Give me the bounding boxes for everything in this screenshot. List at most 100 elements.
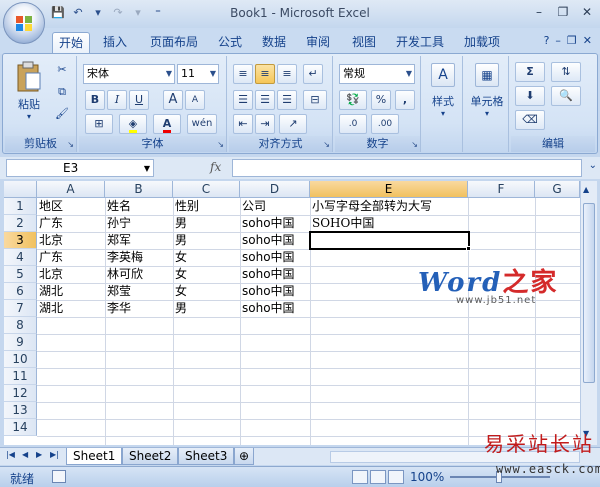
number-format-select[interactable]: 常规 ▼ bbox=[339, 64, 415, 84]
autosum-button[interactable]: Σ bbox=[515, 62, 545, 82]
tab-home[interactable]: 开始 bbox=[52, 32, 91, 54]
help-icon[interactable]: ? bbox=[544, 34, 550, 47]
column-header-a[interactable]: A bbox=[37, 181, 105, 198]
align-middle-icon[interactable]: ≡ bbox=[255, 64, 275, 84]
format-painter-icon[interactable]: 🖌 bbox=[53, 106, 71, 124]
align-bottom-icon[interactable]: ≡ bbox=[277, 64, 297, 84]
cell-c5[interactable]: 女 bbox=[173, 266, 187, 283]
prev-sheet-icon[interactable]: ◀ bbox=[22, 450, 28, 459]
borders-button[interactable]: ⊞ bbox=[85, 114, 113, 134]
cell-c1[interactable]: 性别 bbox=[173, 198, 199, 215]
cell-b7[interactable]: 李华 bbox=[105, 300, 131, 317]
currency-icon[interactable]: 💱 bbox=[339, 90, 367, 110]
italic-button[interactable]: I bbox=[107, 90, 127, 110]
increase-decimal-button[interactable]: .0 bbox=[339, 114, 367, 134]
row-header-9[interactable]: 9 bbox=[4, 334, 37, 351]
cell-d2[interactable]: soho中国 bbox=[240, 215, 295, 232]
active-cell-e3[interactable] bbox=[309, 231, 470, 250]
close-icon[interactable]: ✕ bbox=[578, 4, 596, 20]
tab-data[interactable]: 数据 bbox=[256, 32, 292, 54]
column-header-d[interactable]: D bbox=[240, 181, 310, 198]
column-header-f[interactable]: F bbox=[468, 181, 535, 198]
sheet-tab-sheet2[interactable]: Sheet2 bbox=[122, 448, 179, 465]
font-name-select[interactable]: 宋体 ▼ bbox=[83, 64, 175, 84]
select-all-corner[interactable] bbox=[4, 181, 37, 198]
cell-b3[interactable]: 郑军 bbox=[105, 232, 131, 249]
cell-c2[interactable]: 男 bbox=[173, 215, 187, 232]
orientation-icon[interactable]: ↗ bbox=[279, 114, 307, 134]
row-header-7[interactable]: 7 bbox=[4, 300, 37, 317]
first-sheet-icon[interactable]: |◀ bbox=[6, 450, 15, 459]
decrease-indent-icon[interactable]: ⇤ bbox=[233, 114, 253, 134]
cell-a1[interactable]: 地区 bbox=[37, 198, 63, 215]
column-header-g[interactable]: G bbox=[535, 181, 580, 198]
office-button[interactable] bbox=[3, 2, 45, 44]
alignment-launcher-icon[interactable]: ↘ bbox=[323, 140, 330, 149]
wrap-text-icon[interactable]: ↵ bbox=[303, 64, 323, 84]
workbook-close-icon[interactable]: ✕ bbox=[583, 34, 592, 47]
row-header-5[interactable]: 5 bbox=[4, 266, 37, 283]
sheet-tab-sheet1[interactable]: Sheet1 bbox=[66, 448, 123, 465]
cell-b2[interactable]: 孙宁 bbox=[105, 215, 131, 232]
cell-d7[interactable]: soho中国 bbox=[240, 300, 295, 317]
row-header-12[interactable]: 12 bbox=[4, 385, 37, 402]
increase-indent-icon[interactable]: ⇥ bbox=[255, 114, 275, 134]
tab-addins[interactable]: 加载项 bbox=[458, 32, 506, 54]
row-header-8[interactable]: 8 bbox=[4, 317, 37, 334]
cell-c6[interactable]: 女 bbox=[173, 283, 187, 300]
cell-d1[interactable]: 公司 bbox=[240, 198, 266, 215]
font-size-select[interactable]: 11 ▼ bbox=[177, 64, 219, 84]
cell-b1[interactable]: 姓名 bbox=[105, 198, 131, 215]
cell-a2[interactable]: 广东 bbox=[37, 215, 63, 232]
percent-button[interactable]: % bbox=[371, 90, 391, 110]
sheet-tab-sheet3[interactable]: Sheet3 bbox=[178, 448, 235, 465]
insert-sheet-button[interactable]: ⊕ bbox=[234, 448, 255, 465]
macro-record-icon[interactable] bbox=[52, 470, 66, 483]
underline-button[interactable]: U bbox=[129, 90, 149, 110]
next-sheet-icon[interactable]: ▶ bbox=[36, 450, 42, 459]
ribbon-minimize-icon[interactable]: – bbox=[555, 34, 561, 47]
cell-d3[interactable]: soho中国 bbox=[240, 232, 295, 249]
cell-a7[interactable]: 湖北 bbox=[37, 300, 63, 317]
scroll-up-icon[interactable]: ▲ bbox=[583, 185, 589, 194]
worksheet-grid[interactable]: A B C D E F G 1 2 3 4 5 6 7 8 9 10 11 12… bbox=[4, 181, 580, 445]
cell-c4[interactable]: 女 bbox=[173, 249, 187, 266]
copy-icon[interactable]: ⧉ bbox=[53, 84, 71, 102]
grow-font-button[interactable]: A bbox=[163, 90, 183, 110]
column-header-e[interactable]: E bbox=[310, 181, 468, 198]
normal-view-icon[interactable] bbox=[352, 470, 368, 484]
phonetic-button[interactable]: wén bbox=[187, 114, 217, 134]
clear-icon[interactable]: ⌫ bbox=[515, 110, 545, 130]
align-center-icon[interactable]: ☰ bbox=[255, 90, 275, 110]
align-right-icon[interactable]: ☰ bbox=[277, 90, 297, 110]
cell-e2[interactable]: SOHO中国 bbox=[310, 215, 374, 232]
find-select-icon[interactable]: 🔍 bbox=[551, 86, 581, 106]
row-header-2[interactable]: 2 bbox=[4, 215, 37, 232]
cell-a4[interactable]: 广东 bbox=[37, 249, 63, 266]
expand-formula-bar-icon[interactable]: ⌄ bbox=[589, 160, 597, 171]
column-header-b[interactable]: B bbox=[105, 181, 173, 198]
cell-e1[interactable]: 小写字母全部转为大写 bbox=[310, 198, 432, 215]
cell-b6[interactable]: 郑莹 bbox=[105, 283, 131, 300]
font-color-button[interactable]: A bbox=[153, 114, 181, 134]
cell-d4[interactable]: soho中国 bbox=[240, 249, 295, 266]
cell-d6[interactable]: soho中国 bbox=[240, 283, 295, 300]
cell-a3[interactable]: 北京 bbox=[37, 232, 63, 249]
cell-b5[interactable]: 林可欣 bbox=[105, 266, 143, 283]
cell-b4[interactable]: 李英梅 bbox=[105, 249, 143, 266]
clipboard-launcher-icon[interactable]: ↘ bbox=[67, 140, 74, 149]
align-left-icon[interactable]: ☰ bbox=[233, 90, 253, 110]
fill-handle[interactable] bbox=[466, 246, 471, 251]
cell-c7[interactable]: 男 bbox=[173, 300, 187, 317]
page-layout-view-icon[interactable] bbox=[370, 470, 386, 484]
ribbon-restore-icon[interactable]: ❐ bbox=[567, 34, 577, 47]
last-sheet-icon[interactable]: ▶| bbox=[50, 450, 59, 459]
tab-developer[interactable]: 开发工具 bbox=[390, 32, 450, 54]
cell-d5[interactable]: soho中国 bbox=[240, 266, 295, 283]
align-top-icon[interactable]: ≡ bbox=[233, 64, 253, 84]
scroll-thumb[interactable] bbox=[583, 203, 595, 383]
row-header-6[interactable]: 6 bbox=[4, 283, 37, 300]
row-header-1[interactable]: 1 bbox=[4, 198, 37, 215]
tab-review[interactable]: 审阅 bbox=[300, 32, 336, 54]
sort-filter-icon[interactable]: ⇅ bbox=[551, 62, 581, 82]
